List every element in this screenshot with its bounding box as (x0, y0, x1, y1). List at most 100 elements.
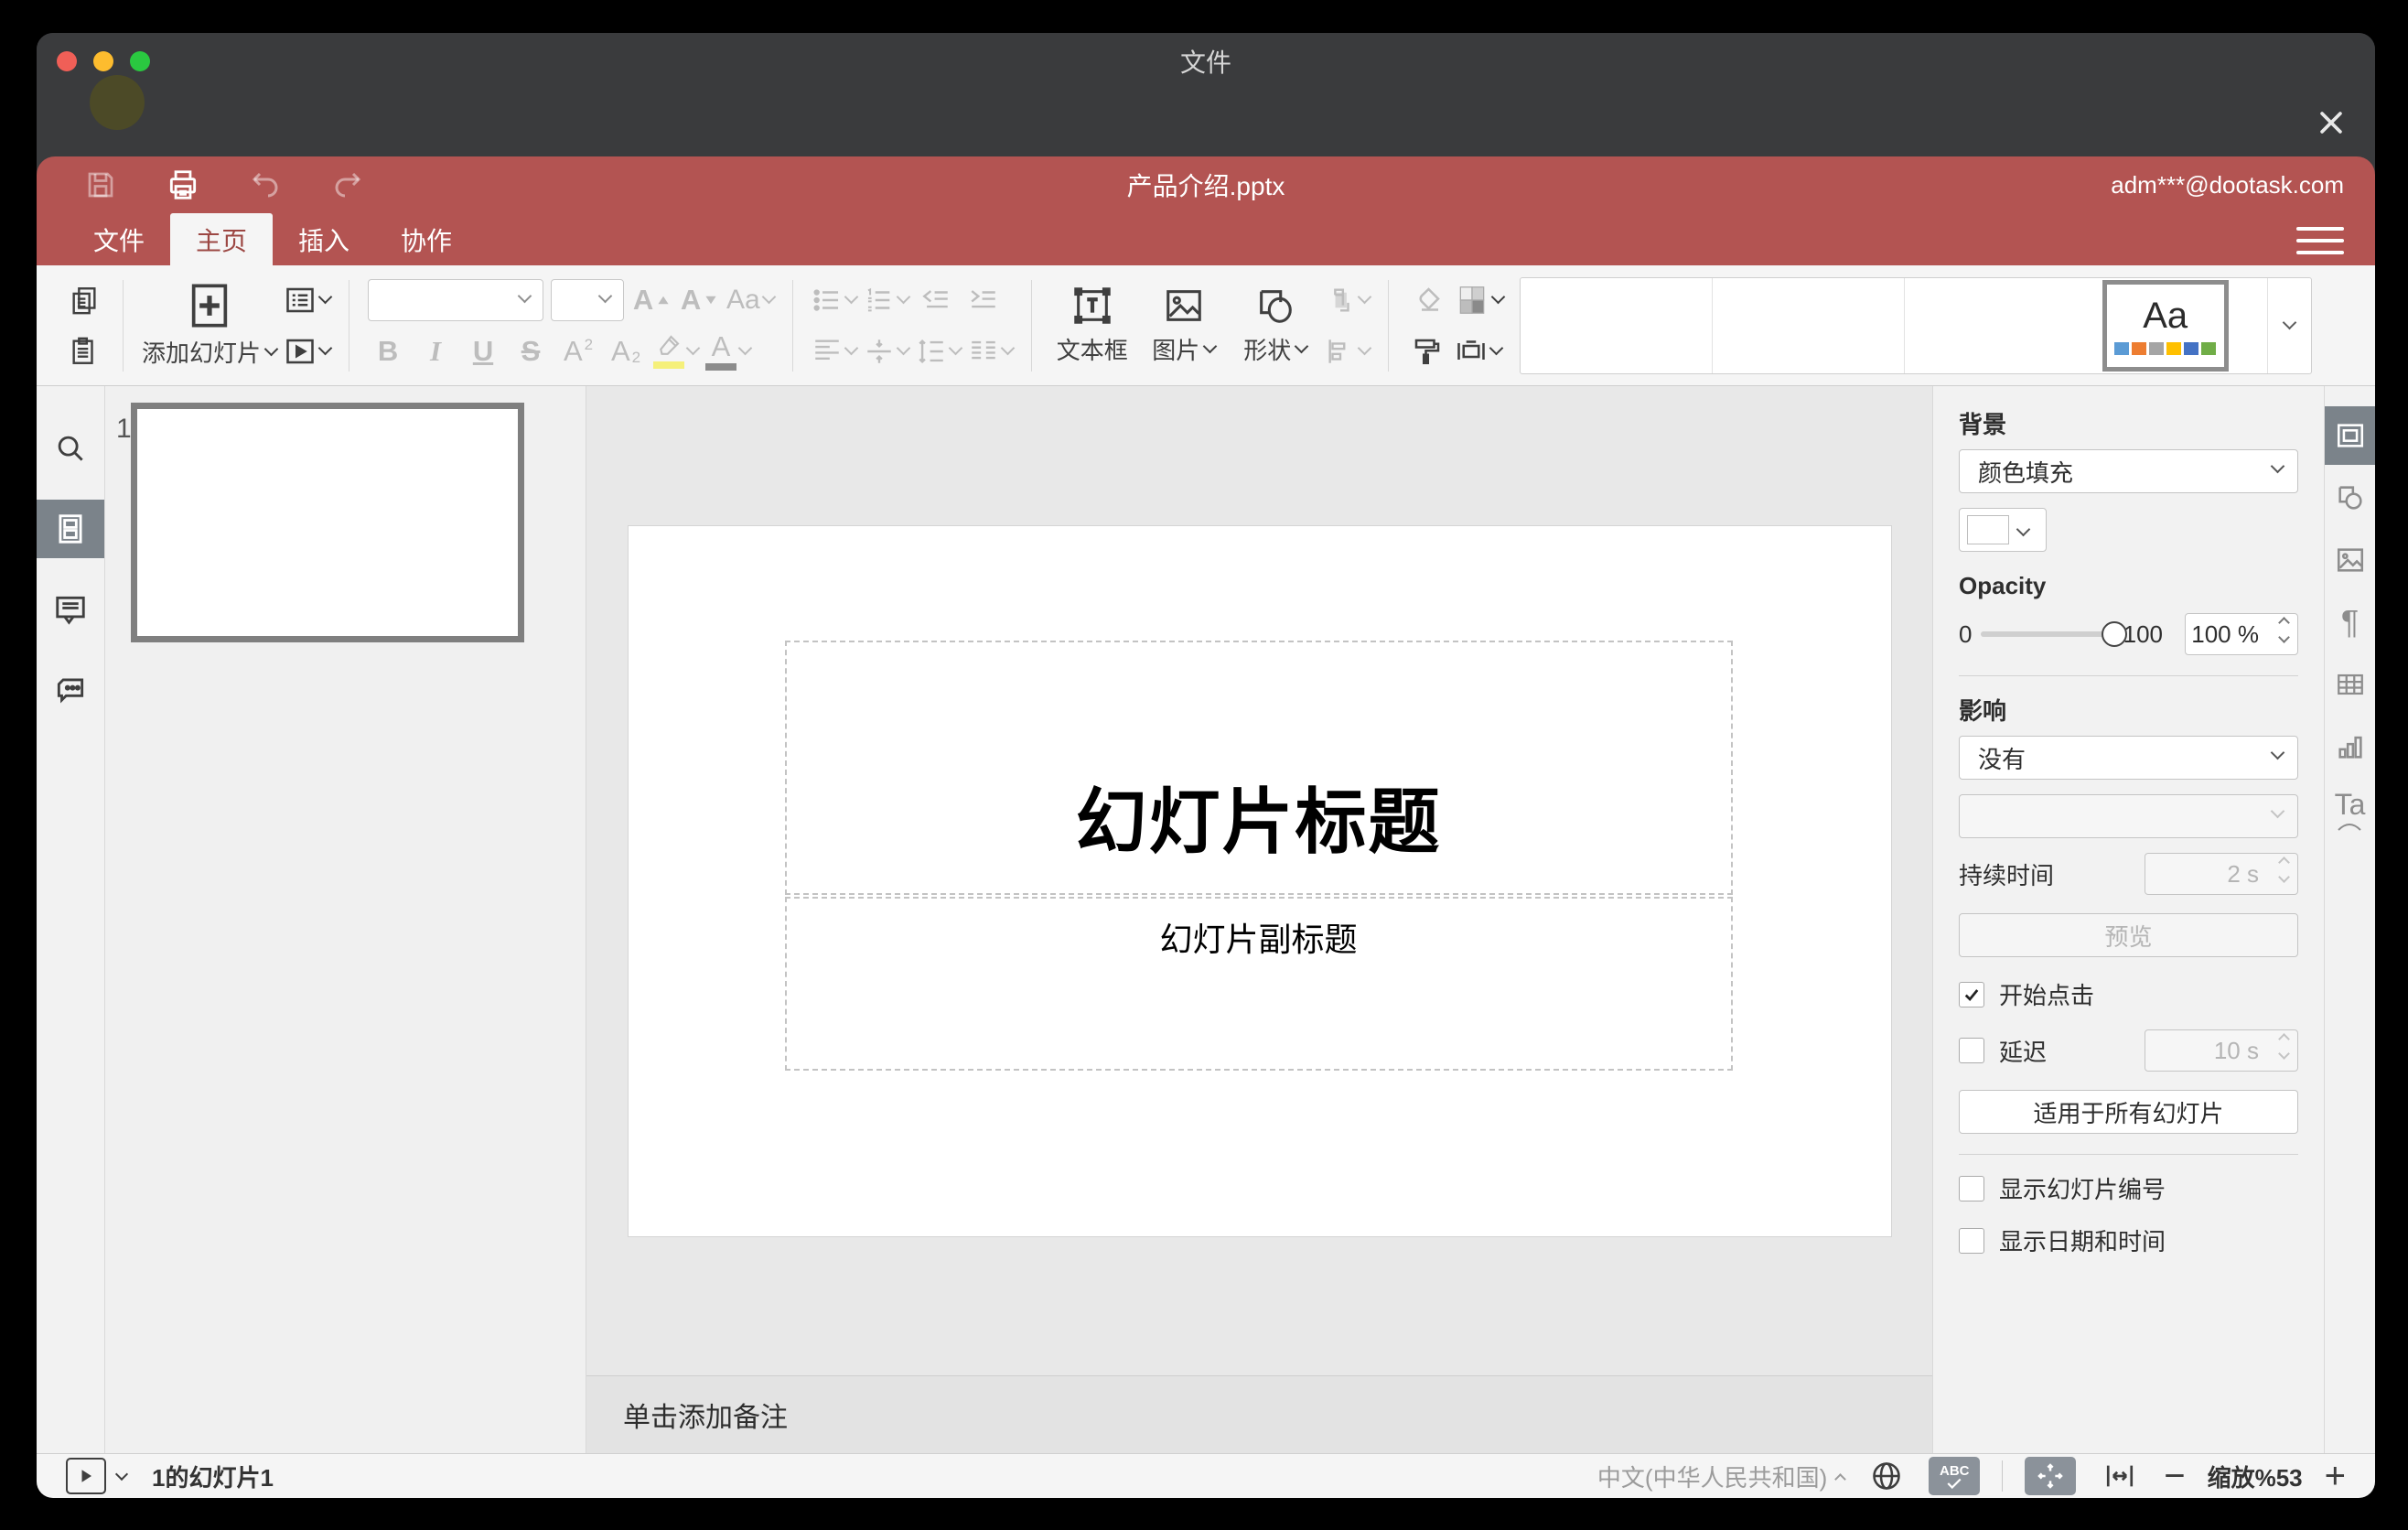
tab-home[interactable]: 主页 (170, 213, 274, 265)
window-title: 文件 (1179, 48, 1231, 77)
font-color-button[interactable]: A (705, 330, 753, 372)
numbering-button[interactable] (864, 279, 910, 321)
increment-font-button[interactable]: A (631, 279, 672, 321)
tab-collaboration[interactable]: 协作 (375, 213, 478, 265)
slide-size-button[interactable] (1455, 330, 1503, 372)
document-language-icon[interactable] (1866, 1457, 1907, 1495)
delay-checkbox[interactable] (1959, 1038, 1984, 1063)
opacity-spinner[interactable]: 100 % (2185, 613, 2298, 655)
chart-settings-icon[interactable] (2325, 717, 2375, 776)
increase-indent-button[interactable] (963, 279, 1004, 321)
quick-access-row: 产品介绍.pptx adm***@dootask.com (37, 156, 2375, 213)
superscript-button[interactable]: A2 (558, 330, 598, 372)
fill-type-select[interactable]: 颜色填充 (1959, 449, 2298, 493)
show-slide-number-checkbox[interactable] (1959, 1175, 1984, 1201)
duration-label: 持续时间 (1959, 861, 2055, 889)
horizontal-align-button[interactable] (812, 330, 858, 372)
document-title[interactable]: 产品介绍.pptx (37, 167, 2375, 203)
arrange-shape-button[interactable] (1325, 279, 1371, 321)
theme-tile-selected[interactable]: Aa (2102, 279, 2229, 372)
title-placeholder[interactable]: 幻灯片标题 (784, 640, 1733, 895)
opacity-label: Opacity (1959, 572, 2047, 599)
slide-thumbnail-1[interactable] (131, 403, 524, 642)
overlay-strip (37, 75, 2375, 156)
subtitle-placeholder[interactable]: 幻灯片副标题 (784, 896, 1733, 1071)
fit-to-slide-icon[interactable] (2025, 1457, 2077, 1495)
opacity-slider[interactable] (1981, 621, 2127, 647)
bold-button[interactable]: B (368, 330, 408, 372)
paragraph-settings-icon[interactable]: ¶ (2325, 593, 2375, 652)
duration-spinner: 2 s (2145, 853, 2298, 895)
ribbon-tabs: 文件 主页 插入 协作 (37, 213, 2375, 265)
clear-style-button[interactable] (1407, 279, 1447, 321)
editing-canvas[interactable]: 幻灯片标题 幻灯片副标题 (586, 386, 1932, 1375)
vertical-align-button[interactable] (864, 330, 910, 372)
app-window: 文件 产品介绍.pptx adm***@dootask.com 文件 主页 插入… (37, 33, 2375, 1498)
change-color-scheme-button[interactable] (1455, 279, 1505, 321)
insert-image-button[interactable]: 图片 (1142, 278, 1226, 373)
avatar (90, 75, 145, 130)
image-settings-icon[interactable] (2325, 531, 2375, 589)
show-date-time-label: 显示日期和时间 (1999, 1228, 2166, 1255)
opacity-slider-thumb[interactable] (2101, 621, 2127, 647)
chat-icon[interactable] (37, 661, 104, 719)
notes-area[interactable]: 单击添加备注 (586, 1375, 1932, 1453)
fill-color-picker[interactable] (1959, 508, 2047, 552)
slide-title-text: 幻灯片标题 (1075, 781, 1442, 862)
slides-panel-icon[interactable] (37, 500, 104, 558)
zoom-value: 缩放%53 (2207, 1463, 2303, 1492)
comments-icon[interactable] (37, 580, 104, 639)
effect-label: 影响 (1959, 697, 2007, 725)
strikethrough-button[interactable]: S (511, 330, 551, 372)
copy-button[interactable] (64, 279, 104, 321)
language-selector[interactable]: 中文(中华人民共和国) (1597, 1460, 1847, 1493)
font-name-combobox[interactable] (368, 278, 544, 321)
right-sidebar: ¶ Ta (2324, 386, 2375, 1453)
effect-type-select (1959, 794, 2298, 838)
highlight-color-button[interactable] (653, 330, 701, 372)
theme-gallery-expand-icon[interactable] (2266, 277, 2311, 373)
menu-icon[interactable] (2296, 222, 2344, 259)
start-slideshow-button[interactable] (284, 330, 333, 372)
paste-button[interactable] (64, 330, 104, 372)
slide-1[interactable]: 幻灯片标题 幻灯片副标题 (628, 525, 1891, 1236)
tab-insert[interactable]: 插入 (273, 213, 375, 265)
theme-tile[interactable] (1905, 278, 2097, 373)
theme-tile[interactable] (1713, 277, 1905, 373)
decrease-indent-button[interactable] (916, 279, 956, 321)
start-on-click-checkbox[interactable] (1959, 981, 1984, 1007)
underline-button[interactable]: U (463, 330, 503, 372)
spell-check-icon[interactable]: ABC (1929, 1457, 1981, 1495)
screen: 文件 产品介绍.pptx adm***@dootask.com 文件 主页 插入… (0, 0, 2408, 1530)
change-layout-button[interactable] (284, 279, 333, 321)
add-slide-button[interactable]: 添加幻灯片 (142, 278, 279, 373)
start-slideshow-status-icon[interactable] (66, 1458, 106, 1494)
fit-to-width-icon[interactable] (2098, 1457, 2142, 1495)
show-date-time-checkbox[interactable] (1959, 1227, 1984, 1254)
subscript-button[interactable]: A2 (606, 330, 646, 372)
font-size-combobox[interactable] (551, 278, 625, 321)
shape-settings-icon[interactable] (2325, 469, 2375, 527)
change-case-button[interactable]: Aa (726, 279, 776, 321)
text-box-button[interactable]: 文本框 (1050, 278, 1134, 373)
search-icon[interactable] (37, 419, 104, 478)
italic-button[interactable]: I (415, 330, 456, 372)
opacity-max: 100 (2123, 620, 2163, 648)
table-settings-icon[interactable] (2325, 655, 2375, 714)
slide-settings-icon[interactable] (2325, 406, 2375, 465)
align-shape-button[interactable] (1325, 330, 1371, 372)
slideshow-options-icon[interactable] (114, 1467, 129, 1482)
apply-to-all-slides-button[interactable]: 适用于所有幻灯片 (1959, 1090, 2298, 1134)
tab-file[interactable]: 文件 (68, 213, 170, 265)
copy-style-button[interactable] (1407, 330, 1447, 372)
textart-settings-icon[interactable]: Ta (2325, 780, 2375, 838)
effect-select[interactable]: 没有 (1959, 736, 2298, 780)
bullets-button[interactable] (812, 279, 858, 321)
theme-tile[interactable] (1521, 277, 1713, 373)
insert-shape-button[interactable]: 形状 (1233, 278, 1317, 373)
line-spacing-button[interactable] (916, 330, 962, 372)
close-icon[interactable] (2311, 102, 2351, 143)
decrement-font-button[interactable]: A (679, 279, 719, 321)
columns-button[interactable] (968, 330, 1015, 372)
delay-spinner: 10 s (2145, 1029, 2298, 1072)
